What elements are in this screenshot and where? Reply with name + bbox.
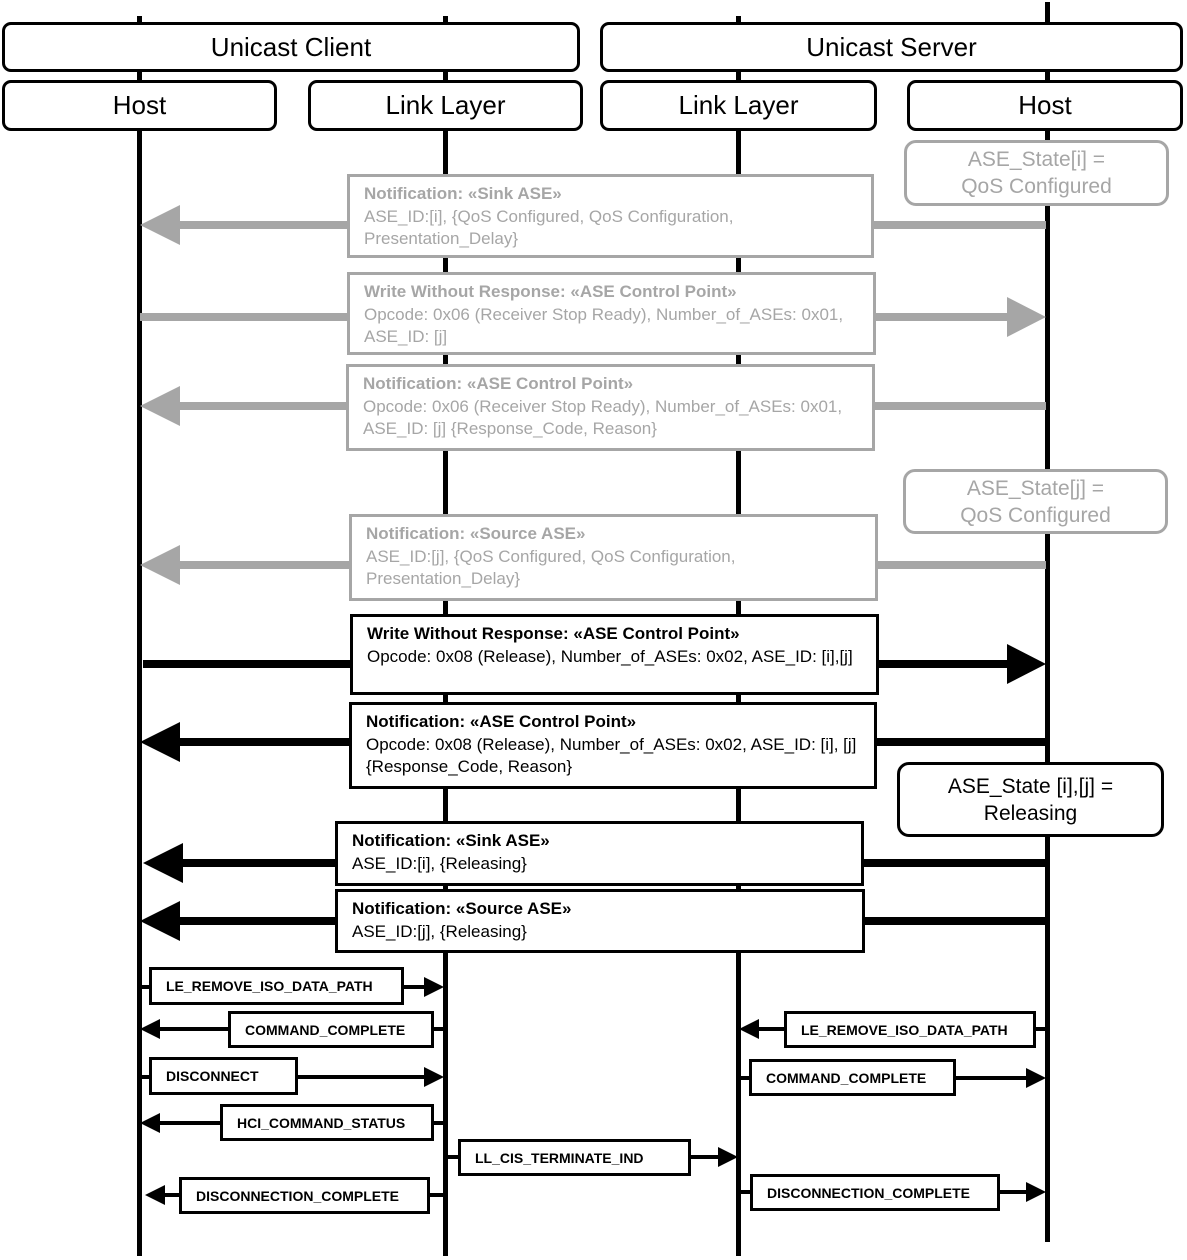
message-title: Notification: «Source ASE» <box>352 899 572 918</box>
message-box-m8: Notification: «Source ASE» ASE_ID:[j], {… <box>335 889 865 953</box>
hci-box-h3: LE_REMOVE_ISO_DATA_PATH <box>784 1011 1036 1048</box>
hci-label: LL_CIS_TERMINATE_IND <box>475 1149 644 1166</box>
message-title: Write Without Response: «ASE Control Poi… <box>364 282 737 301</box>
hci-label: DISCONNECT <box>166 1068 259 1084</box>
hci-label: COMMAND_COMPLETE <box>766 1069 927 1086</box>
hci-box-h8: DISCONNECTION_COMPLETE <box>750 1174 1000 1211</box>
hci-label: HCI_COMMAND_STATUS <box>237 1114 406 1131</box>
hci-label: COMMAND_COMPLETE <box>245 1021 406 1038</box>
message-box-m1: Notification: «Sink ASE» ASE_ID:[i], {Qo… <box>347 174 874 258</box>
state-line: QoS Configured <box>961 175 1112 198</box>
hci-box-h2: COMMAND_COMPLETE <box>228 1011 434 1048</box>
hci-box-h5: COMMAND_COMPLETE <box>749 1059 956 1096</box>
message-body: ASE_ID:[i], {Releasing} <box>352 853 527 873</box>
message-box-m5: Write Without Response: «ASE Control Poi… <box>350 614 879 695</box>
state-box-ase-j-qos-configured: ASE_State[j] = QoS Configured <box>903 469 1168 534</box>
state-line: ASE_State[j] = <box>966 476 1105 500</box>
message-title: Write Without Response: «ASE Control Poi… <box>367 624 740 643</box>
message-body: Opcode: 0x08 (Release), Number_of_ASEs: … <box>366 734 857 777</box>
hci-box-h9: DISCONNECTION_COMPLETE <box>179 1177 430 1214</box>
message-title: Notification: «Sink ASE» <box>364 184 562 203</box>
message-title: Notification: «ASE Control Point» <box>363 374 634 393</box>
hci-box-h4: DISCONNECT <box>149 1057 298 1095</box>
message-body: ASE_ID:[j], {QoS Configured, QoS Configu… <box>366 546 736 589</box>
state-line: ASE_State[i] = <box>967 148 1106 171</box>
message-body: Opcode: 0x06 (Receiver Stop Ready), Numb… <box>364 304 844 347</box>
state-line: QoS Configured <box>960 503 1111 527</box>
state-line: Releasing <box>983 801 1078 825</box>
message-box-m4: Notification: «Source ASE» ASE_ID:[j], {… <box>349 514 878 601</box>
message-box-m2: Write Without Response: «ASE Control Poi… <box>347 272 876 355</box>
hci-label: LE_REMOVE_ISO_DATA_PATH <box>801 1021 1008 1038</box>
message-title: Notification: «Sink ASE» <box>352 831 550 850</box>
hci-label: DISCONNECTION_COMPLETE <box>196 1187 400 1204</box>
hci-box-h6: HCI_COMMAND_STATUS <box>220 1104 434 1141</box>
hci-box-h7: LL_CIS_TERMINATE_IND <box>458 1139 691 1176</box>
message-title: Notification: «Source ASE» <box>366 524 586 543</box>
state-box-ase-i-qos-configured: ASE_State[i] = QoS Configured <box>904 140 1169 206</box>
message-box-m7: Notification: «Sink ASE» ASE_ID:[i], {Re… <box>335 821 864 886</box>
hci-box-h1: LE_REMOVE_ISO_DATA_PATH <box>149 967 404 1005</box>
message-body: ASE_ID:[i], {QoS Configured, QoS Configu… <box>364 206 734 249</box>
message-box-m3: Notification: «ASE Control Point» Opcode… <box>346 364 875 451</box>
message-box-m6: Notification: «ASE Control Point» Opcode… <box>349 702 877 789</box>
message-title: Notification: «ASE Control Point» <box>366 712 637 731</box>
hci-label: DISCONNECTION_COMPLETE <box>767 1184 971 1201</box>
message-body: Opcode: 0x08 (Release), Number_of_ASEs: … <box>367 646 853 666</box>
sequence-diagram: Unicast Client Unicast Server Host Link … <box>0 0 1187 1260</box>
state-line: ASE_State [i],[j] = <box>947 774 1114 798</box>
message-body: ASE_ID:[j], {Releasing} <box>352 921 527 941</box>
message-body: Opcode: 0x06 (Receiver Stop Ready), Numb… <box>363 396 843 439</box>
state-box-ase-ij-releasing: ASE_State [i],[j] = Releasing <box>897 762 1164 837</box>
hci-label: LE_REMOVE_ISO_DATA_PATH <box>166 978 373 994</box>
